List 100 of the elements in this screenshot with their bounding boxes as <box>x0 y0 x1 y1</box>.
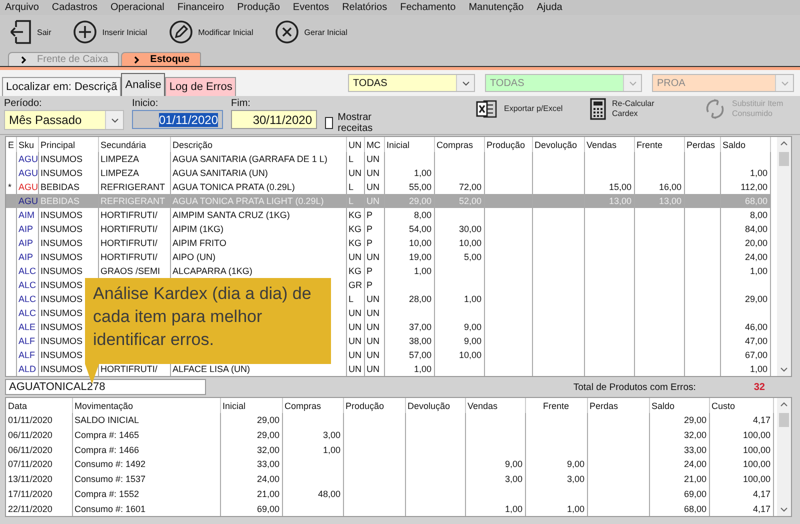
field-label: Fim: <box>231 98 252 110</box>
menu-item[interactable]: Manutenção <box>468 2 524 13</box>
menu-item[interactable]: Eventos <box>292 2 330 13</box>
column-header[interactable]: Movimentação <box>72 398 220 413</box>
table-cell: ALC <box>18 294 36 304</box>
tab[interactable]: Log de Erros <box>165 77 236 96</box>
column-header[interactable]: Perdas <box>587 398 649 413</box>
table-cell: 9,00 <box>566 459 584 470</box>
error-total-label: Total de Produtos com Erros: <box>573 382 696 392</box>
column-header[interactable]: Custo <box>709 398 773 413</box>
scroll-thumb[interactable] <box>779 413 789 427</box>
table-cell: BEBIDAS <box>40 196 80 206</box>
column-header[interactable]: Sku <box>16 137 38 152</box>
column-header[interactable]: Produção <box>343 398 405 413</box>
menu-item[interactable]: Cadastros <box>52 2 98 13</box>
table-cell: 29,00 <box>256 430 280 440</box>
table-cell: 29,00 <box>744 294 768 304</box>
toolbar-button[interactable]: Modificar Inicial <box>165 18 258 46</box>
table-cell: INSUMOS <box>40 322 83 332</box>
table-cell: 29,00 <box>684 415 706 426</box>
close-icon <box>275 20 300 44</box>
menu-item[interactable]: Fechamento <box>400 2 456 13</box>
table-cell: 16,00 <box>658 182 682 192</box>
table-cell: 55,00 <box>408 182 432 192</box>
date-field[interactable]: 01/11/2020 <box>132 110 223 129</box>
table-cell: 4,17 <box>752 415 770 426</box>
exit-icon <box>10 19 32 45</box>
menu-item[interactable]: Relatórios <box>342 2 388 13</box>
tab[interactable]: Localizar em: Descriçã <box>2 77 122 96</box>
column-header[interactable]: Frente <box>525 398 587 413</box>
column-header[interactable]: Secundária <box>98 137 170 152</box>
column-header[interactable]: MC <box>364 137 384 152</box>
table-cell: INSUMOS <box>40 210 83 220</box>
scroll-up-icon <box>780 402 788 407</box>
table-cell: UN <box>348 168 362 178</box>
product-code-field[interactable]: AGUATONICAL278 <box>5 379 206 395</box>
table-cell: AIM <box>18 210 35 220</box>
scroll-thumb[interactable] <box>779 152 789 166</box>
column-header[interactable]: Saldo <box>720 137 770 152</box>
table-cell: Compra #: 1466 <box>74 444 140 455</box>
table-cell: AGUA SANITARIA (UN) <box>172 168 268 178</box>
table-cell: 37,00 <box>408 322 432 332</box>
menu-item[interactable]: Produção <box>237 2 280 13</box>
column-header[interactable]: Descrição <box>170 137 346 152</box>
column-header[interactable]: Compras <box>434 137 484 152</box>
scrollbar[interactable] <box>777 137 791 376</box>
filter-dropdown[interactable]: TODAS <box>348 74 475 92</box>
period-dropdown[interactable]: Mês Passado <box>4 110 124 130</box>
table-cell: LIMPEZA <box>100 154 140 164</box>
column-header[interactable]: Produção <box>484 137 532 152</box>
column-header[interactable]: Perdas <box>684 137 720 152</box>
pencil-icon <box>169 20 194 44</box>
column-header[interactable]: Devolução <box>532 137 584 152</box>
column-header[interactable]: Data <box>6 398 72 413</box>
column-header[interactable]: Frente <box>634 137 684 152</box>
table-cell: L <box>348 154 354 164</box>
column-header[interactable]: Inicial <box>220 398 282 413</box>
toolbar-button[interactable]: Sair <box>6 17 56 47</box>
column-header[interactable]: Saldo <box>649 398 709 413</box>
toolbar-button[interactable]: Inserir Inicial <box>69 18 152 46</box>
table-cell: 1,00 <box>414 168 432 178</box>
scrollbar[interactable] <box>777 398 791 516</box>
column-header[interactable]: Principal <box>38 137 98 152</box>
column-header[interactable]: Vendas <box>584 137 634 152</box>
table-cell: 38,00 <box>408 336 432 346</box>
table-cell: AIMPIM SANTA CRUZ (1KG) <box>172 210 290 220</box>
table-cell: 72,00 <box>458 182 482 192</box>
column-header[interactable]: Vendas <box>465 398 525 413</box>
table-cell: 13,00 <box>658 196 682 206</box>
menu-item[interactable]: Operacional <box>110 2 164 13</box>
table-cell: 67,00 <box>744 350 768 360</box>
menu-item[interactable]: Financeiro <box>177 2 224 13</box>
date-field[interactable]: 30/11/2020 <box>231 110 317 129</box>
table-cell: UN <box>348 252 362 262</box>
table-cell: 4,17 <box>752 504 770 514</box>
table-cell: 69,00 <box>684 488 706 499</box>
selected-row[interactable]: AGU BEBIDAS REFRIGERANT AGUA TONICA PRATA LIGHT (0.29L) L UN 29,00 52,00 13,00 13,00 68,00 <box>6 194 770 208</box>
table-cell: 8,00 <box>750 210 768 220</box>
menu-item[interactable]: Ajuda <box>536 2 562 13</box>
action-button[interactable]: Exportar p/Excel <box>476 98 568 120</box>
tab[interactable]: Analise <box>121 73 166 96</box>
column-header[interactable]: UN <box>346 137 364 152</box>
column-header[interactable]: Devolução <box>405 398 465 413</box>
checkbox[interactable] <box>325 117 333 129</box>
chevron-icon <box>134 56 140 64</box>
tab[interactable]: Estoque <box>121 52 201 66</box>
table-cell: 47,00 <box>744 336 768 346</box>
column-header[interactable]: Compras <box>282 398 343 413</box>
menu-item[interactable]: Arquivo <box>5 2 39 13</box>
action-button[interactable]: Re-Calcular Cardex <box>590 98 682 120</box>
table-cell: BEBIDAS <box>40 182 80 192</box>
table-cell: ALF <box>18 336 36 346</box>
table-cell: INSUMOS <box>40 280 83 290</box>
column-header[interactable]: E <box>6 137 16 152</box>
table-cell: KG <box>348 224 362 234</box>
table-cell: KG <box>348 238 362 248</box>
table-cell: 24,00 <box>684 459 706 470</box>
calculator-icon <box>590 98 606 120</box>
toolbar-button[interactable]: Gerar Inicial <box>271 18 352 46</box>
column-header[interactable]: Inicial <box>384 137 434 152</box>
